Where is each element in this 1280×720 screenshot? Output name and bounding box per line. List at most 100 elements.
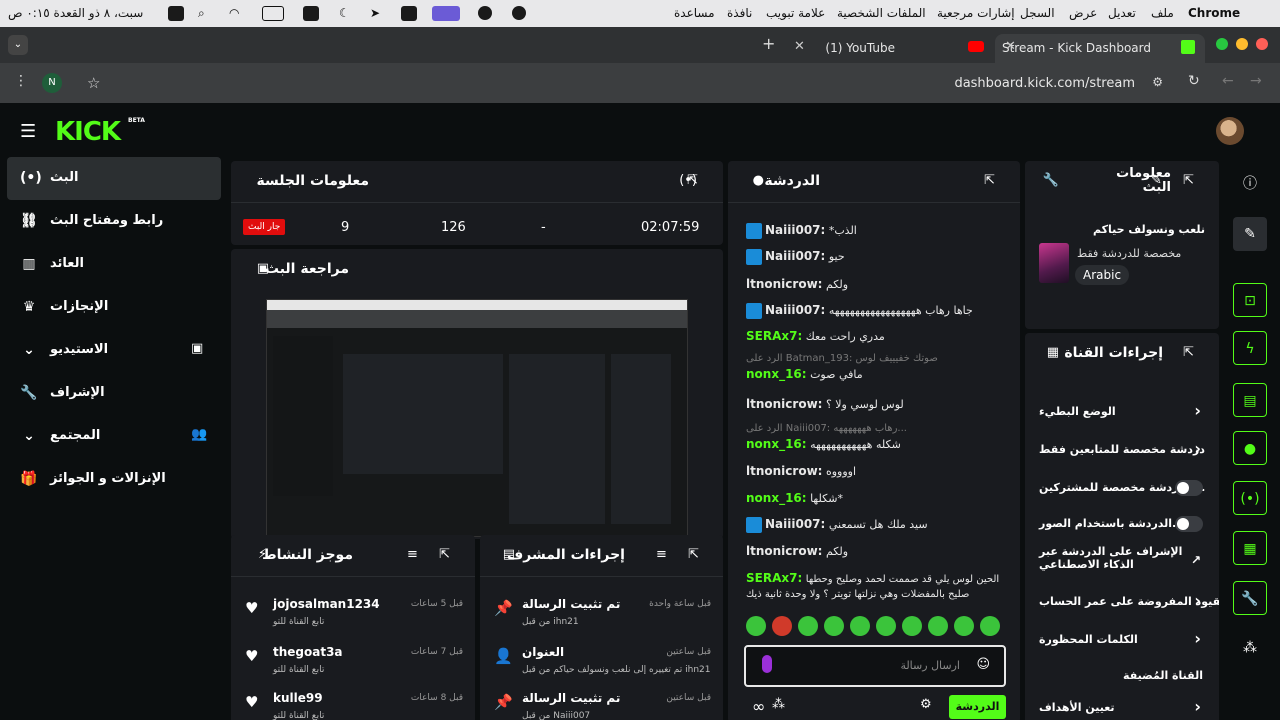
chat-username[interactable]: ltnonicrow: xyxy=(746,464,822,478)
emote-icon[interactable] xyxy=(980,616,1000,636)
emote-icon[interactable] xyxy=(876,616,896,636)
wrench-icon[interactable]: 🔧 xyxy=(1233,581,1267,615)
microphone-icon[interactable] xyxy=(762,655,772,673)
mod-action-item[interactable]: 📌 تم تثبيت الرسالة من قبل Naiii007 قبل س… xyxy=(492,689,711,720)
chat-username[interactable]: Naiii007: xyxy=(765,517,825,531)
account-age-row[interactable]: القيود المفروضة على عمر الحساب › xyxy=(1039,585,1219,621)
new-tab-icon[interactable]: + xyxy=(762,34,775,53)
send-icon[interactable]: ➤ xyxy=(370,6,380,20)
kick-logo[interactable]: KICK xyxy=(55,117,121,147)
emotes-only-row[interactable]: الدردشة باستخدام الصور... xyxy=(1039,507,1205,543)
chat-message[interactable]: nonx_16: شكله هههههههههههه xyxy=(746,437,1002,452)
moon-icon[interactable]: ☾ xyxy=(339,6,350,20)
chat-send-button[interactable]: الدردشة xyxy=(949,695,1006,719)
mod-action-item[interactable]: 📌 تم تثبيت الرسالة من قبل ihn21 قبل ساعة… xyxy=(492,595,711,639)
chat-message[interactable]: ltnonicrow: ولكم xyxy=(746,277,1002,292)
nav-item-achievements[interactable]: ♛ الإنجازات xyxy=(7,286,221,329)
chat-message[interactable]: nonx_16: شكلها* xyxy=(746,491,1002,506)
close-tab-icon[interactable]: ✕ xyxy=(794,39,805,54)
info-icon[interactable]: ⓘ xyxy=(1233,167,1267,201)
popout-icon[interactable]: ⇱ xyxy=(1183,345,1194,360)
chat-username[interactable]: nonx_16: xyxy=(746,491,807,505)
play-icon[interactable] xyxy=(401,6,417,21)
set-goals-row[interactable]: تعيين الأهداف › xyxy=(1039,691,1205,720)
screen-share-icon[interactable] xyxy=(432,6,460,21)
status-icon[interactable] xyxy=(478,6,492,20)
chat-username[interactable]: nonx_16: xyxy=(746,367,807,381)
stream-preview-video[interactable] xyxy=(266,299,688,537)
emote-icon[interactable] xyxy=(746,616,766,636)
slow-mode-row[interactable]: الوضع البطيء › xyxy=(1039,395,1205,431)
layout-icon[interactable]: ▦ xyxy=(1233,531,1267,565)
back-icon[interactable]: → xyxy=(1250,73,1262,89)
close-tab-icon[interactable]: ✕ xyxy=(1005,39,1016,54)
chat-username[interactable]: Naiii007: xyxy=(765,249,825,263)
emote-icon[interactable] xyxy=(850,616,870,636)
chat-bubble-icon[interactable]: ● xyxy=(1233,431,1267,465)
community-icon[interactable]: ⁂ xyxy=(1233,631,1267,665)
chat-message[interactable]: ltnonicrow: اووووه xyxy=(746,464,1002,479)
emote-icon[interactable] xyxy=(902,616,922,636)
activity-item[interactable]: ♥ thegoat3a تابع القناة للتو قبل 7 ساعات xyxy=(243,643,463,687)
hamburger-menu-icon[interactable]: ☰ xyxy=(20,121,36,142)
menu-profiles[interactable]: الملفات الشخصية xyxy=(837,6,926,20)
popout-icon[interactable]: ⇱ xyxy=(439,547,450,562)
chat-message[interactable]: SERAx7: الحين لوس يلي قد صممت لحمد وصليح… xyxy=(746,571,1002,587)
chat-message[interactable]: Naiii007: سيد ملك هل تسمعني xyxy=(746,517,1002,533)
emotes-only-toggle[interactable] xyxy=(1175,516,1203,532)
filter-icon[interactable]: ≡ xyxy=(656,547,667,562)
infinity-icon[interactable]: ∞ xyxy=(752,697,765,716)
chat-username[interactable]: ltnonicrow: xyxy=(746,397,822,411)
chat-username[interactable]: SERAx7: xyxy=(746,329,802,343)
chat-username[interactable]: ltnonicrow: xyxy=(746,277,822,291)
control-center-icon[interactable] xyxy=(168,6,184,21)
chat-username[interactable]: ltnonicrow: xyxy=(746,544,822,558)
popout-icon[interactable]: ⇱ xyxy=(688,547,699,562)
emote-icon[interactable] xyxy=(798,616,818,636)
battery-icon[interactable] xyxy=(262,6,284,21)
emoji-icon[interactable]: ☺ xyxy=(976,657,990,672)
chat-username[interactable]: Naiii007: xyxy=(765,303,825,317)
nav-item-studio[interactable]: ⌄ الاستيديو ▣ xyxy=(7,329,221,372)
emote-icon[interactable] xyxy=(824,616,844,636)
profile-avatar[interactable]: N xyxy=(42,73,62,93)
window-zoom-button[interactable] xyxy=(1216,38,1228,50)
nav-item-drops[interactable]: 🎁 الإنزالات و الجوائز xyxy=(7,458,221,501)
bookmark-star-icon[interactable]: ☆ xyxy=(87,74,100,92)
menu-file[interactable]: ملف xyxy=(1151,6,1174,20)
chat-username[interactable]: SERAx7: xyxy=(746,571,802,585)
activity-item[interactable]: ♥ kulle99 تابع القناة للتو قبل 8 ساعات xyxy=(243,689,463,720)
chat-username[interactable]: nonx_16: xyxy=(746,437,807,451)
subscribers-only-toggle[interactable] xyxy=(1175,480,1203,496)
chat-message[interactable]: Naiii007: جاها رهاب هههههههههههههههههه xyxy=(746,303,1002,319)
window-minimize-button[interactable] xyxy=(1236,38,1248,50)
search-icon[interactable]: ⌕ xyxy=(198,6,205,21)
menu-view[interactable]: عرض xyxy=(1069,6,1097,20)
chat-message[interactable]: SERAx7: مدري راحت معك xyxy=(746,329,1002,344)
chat-input[interactable]: ارسال رسالة ☺ xyxy=(744,645,1006,687)
app-icon[interactable] xyxy=(303,6,319,21)
blocked-words-row[interactable]: الكلمات المحظورة › xyxy=(1039,623,1205,659)
emote-icon[interactable] xyxy=(772,616,792,636)
record-icon[interactable] xyxy=(512,6,526,20)
tab-kick-dashboard[interactable]: Stream - Kick Dashboard ✕ xyxy=(995,34,1205,63)
chat-message[interactable]: Naiii007: *الذب xyxy=(746,223,1002,239)
filter-icon[interactable]: ≡ xyxy=(407,547,418,562)
menu-history[interactable]: السجل xyxy=(1020,6,1055,20)
nav-item-community[interactable]: ⌄ المجتمع 👥 xyxy=(7,415,221,458)
popout-icon[interactable]: ⇱ xyxy=(1183,173,1194,188)
nav-item-stream[interactable]: (•) البث xyxy=(7,157,221,200)
notes-icon[interactable]: ▤ xyxy=(1233,383,1267,417)
user-avatar[interactable] xyxy=(1216,117,1244,145)
broadcast-icon[interactable]: (•) xyxy=(1233,481,1267,515)
ai-moderation-row[interactable]: الإشراف على الدردشة عبر الذكاء الاصطناعي… xyxy=(1039,543,1205,583)
lightning-icon[interactable]: ϟ xyxy=(1233,331,1267,365)
popout-icon[interactable]: ⇱ xyxy=(984,173,995,188)
mod-action-item[interactable]: 👤 العنوان تم تغييره إلى نلعب ونسولف حياك… xyxy=(492,643,711,687)
forward-icon[interactable]: ← xyxy=(1222,73,1234,89)
emote-icon[interactable] xyxy=(928,616,948,636)
tab-youtube[interactable]: (1) YouTube ✕ xyxy=(790,34,990,63)
menu-bookmarks[interactable]: إشارات مرجعية xyxy=(937,6,1015,20)
subscribers-only-row[interactable]: الدردشة مخصصة للمشتركين... xyxy=(1039,471,1205,507)
chat-settings-icon[interactable]: ⚙ xyxy=(920,697,932,712)
